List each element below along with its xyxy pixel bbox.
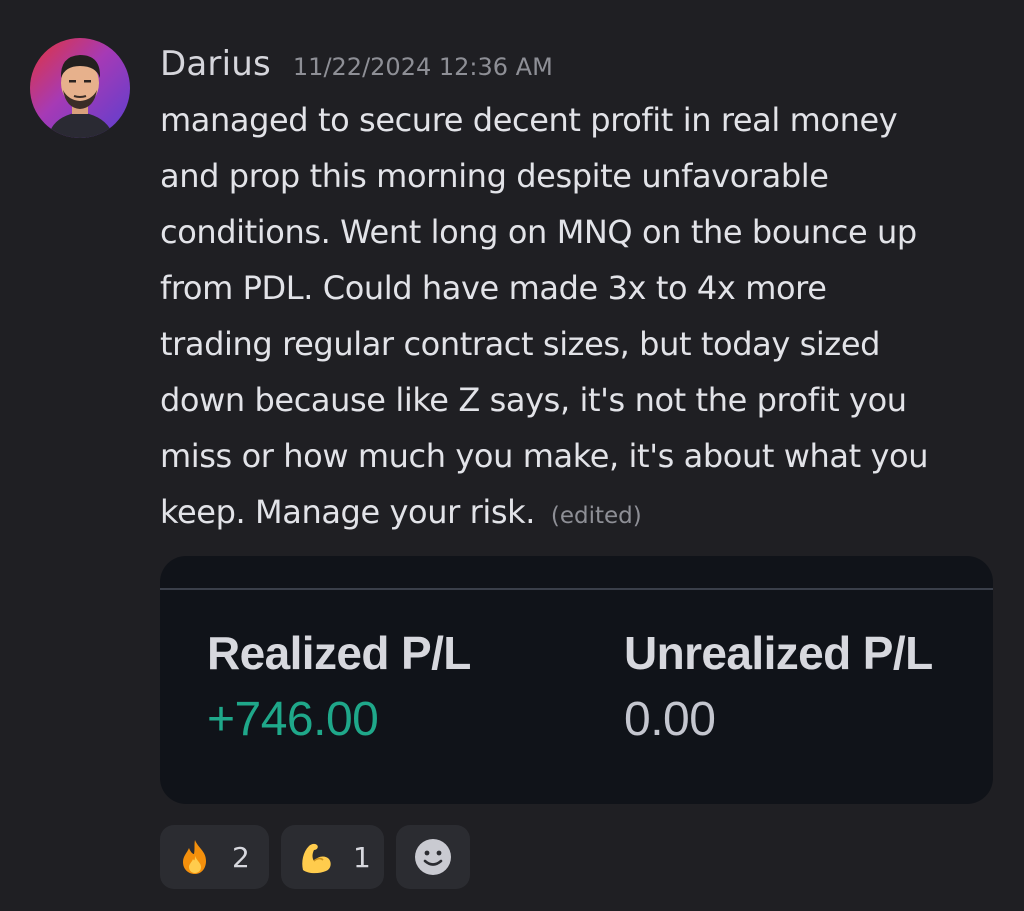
fire-icon xyxy=(176,838,214,876)
reaction-count: 1 xyxy=(353,840,371,874)
message-line: miss or how much you make, it's about wh… xyxy=(160,437,929,475)
unrealized-pl-value: 0.00 xyxy=(624,693,716,746)
edited-label: (edited) xyxy=(550,503,642,529)
image-attachment[interactable] xyxy=(160,556,993,804)
author-name[interactable]: Darius xyxy=(160,44,271,84)
reaction-bar: 2 1 xyxy=(160,825,470,889)
message-line: conditions. Went long on MNQ on the boun… xyxy=(160,213,917,251)
message-line: managed to secure decent profit in real … xyxy=(160,101,898,139)
realized-pl-label: Realized P/L xyxy=(207,627,471,679)
avatar[interactable] xyxy=(30,38,130,138)
message-line: keep. Manage your risk. xyxy=(160,493,536,531)
reaction-fire[interactable]: 2 xyxy=(160,825,269,889)
flexed-biceps-icon xyxy=(297,838,335,876)
message-content: managed to secure decent profit in real … xyxy=(160,92,1010,544)
message-line: trading regular contract sizes, but toda… xyxy=(160,325,881,363)
smiley-add-reaction-icon xyxy=(413,837,453,877)
reaction-flexed-biceps[interactable]: 1 xyxy=(281,825,384,889)
message-line: and prop this morning despite unfavorabl… xyxy=(160,157,829,195)
realized-pl-value: +746.00 xyxy=(207,693,379,746)
chat-message: Darius 11/22/2024 12:36 AM managed to se… xyxy=(0,0,1024,911)
message-line-last: keep. Manage your risk. (edited) xyxy=(160,484,1010,544)
message-line: from PDL. Could have made 3x to 4x more xyxy=(160,269,827,307)
unrealized-pl-label: Unrealized P/L xyxy=(624,627,933,679)
reaction-count: 2 xyxy=(232,840,250,874)
user-avatar-icon xyxy=(30,38,130,138)
message-timestamp: 11/22/2024 12:36 AM xyxy=(292,53,553,81)
add-reaction-button[interactable] xyxy=(396,825,470,889)
message-line: down because like Z says, it's not the p… xyxy=(160,381,907,419)
attachment-divider xyxy=(160,588,993,590)
message-header: Darius 11/22/2024 12:36 AM xyxy=(160,44,553,88)
